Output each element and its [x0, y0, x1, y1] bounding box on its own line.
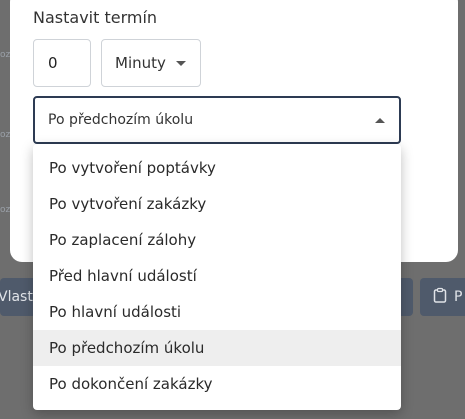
- dropdown-option-label: Po předchozím úkolu: [49, 339, 205, 357]
- chevron-down-icon: [176, 61, 186, 66]
- dropdown-option-label: Po hlavní události: [49, 303, 182, 321]
- trigger-dropdown-menu: Po vytvoření poptávky Po vytvoření zakáz…: [33, 144, 401, 410]
- dropdown-option[interactable]: Po vytvoření zakázky: [33, 186, 401, 222]
- dropdown-option[interactable]: Po hlavní události: [33, 294, 401, 330]
- dropdown-option[interactable]: Po zaplacení zálohy: [33, 222, 401, 258]
- chevron-up-icon: [375, 118, 385, 123]
- trigger-select[interactable]: Po předchozím úkolu: [33, 96, 401, 144]
- dropdown-option-label: Po vytvoření poptávky: [49, 159, 216, 177]
- dropdown-option-label: Před hlavní událostí: [49, 267, 197, 285]
- dropdown-option[interactable]: Po vytvoření poptávky: [33, 150, 401, 186]
- background-button-right-label: P: [454, 289, 463, 305]
- unit-select-value: Minuty: [115, 54, 166, 72]
- unit-select[interactable]: Minuty: [101, 39, 201, 87]
- dropdown-option-selected[interactable]: Po předchozím úkolu: [33, 330, 401, 366]
- background-button-left-label: Vlast: [0, 289, 33, 305]
- dropdown-option-label: Po dokončení zakázky: [49, 375, 213, 393]
- dropdown-option-label: Po zaplacení zálohy: [49, 231, 197, 249]
- background-text-fragment: oz: [0, 205, 10, 215]
- background-text-fragment: oz: [0, 50, 10, 60]
- dropdown-option[interactable]: Před hlavní událostí: [33, 258, 401, 294]
- dropdown-option[interactable]: Po dokončení zakázky: [33, 366, 401, 402]
- dropdown-option-label: Po vytvoření zakázky: [49, 195, 207, 213]
- trigger-select-value: Po předchozím úkolu: [48, 112, 194, 128]
- amount-input[interactable]: 0: [33, 39, 91, 87]
- clipboard-icon: [432, 287, 448, 307]
- dialog-title: Nastavit termín: [33, 8, 158, 27]
- background-button-right: P: [420, 278, 465, 316]
- amount-value: 0: [48, 54, 58, 72]
- background-text-fragment: oz: [0, 130, 10, 140]
- background-button-left: Vlast: [0, 278, 36, 316]
